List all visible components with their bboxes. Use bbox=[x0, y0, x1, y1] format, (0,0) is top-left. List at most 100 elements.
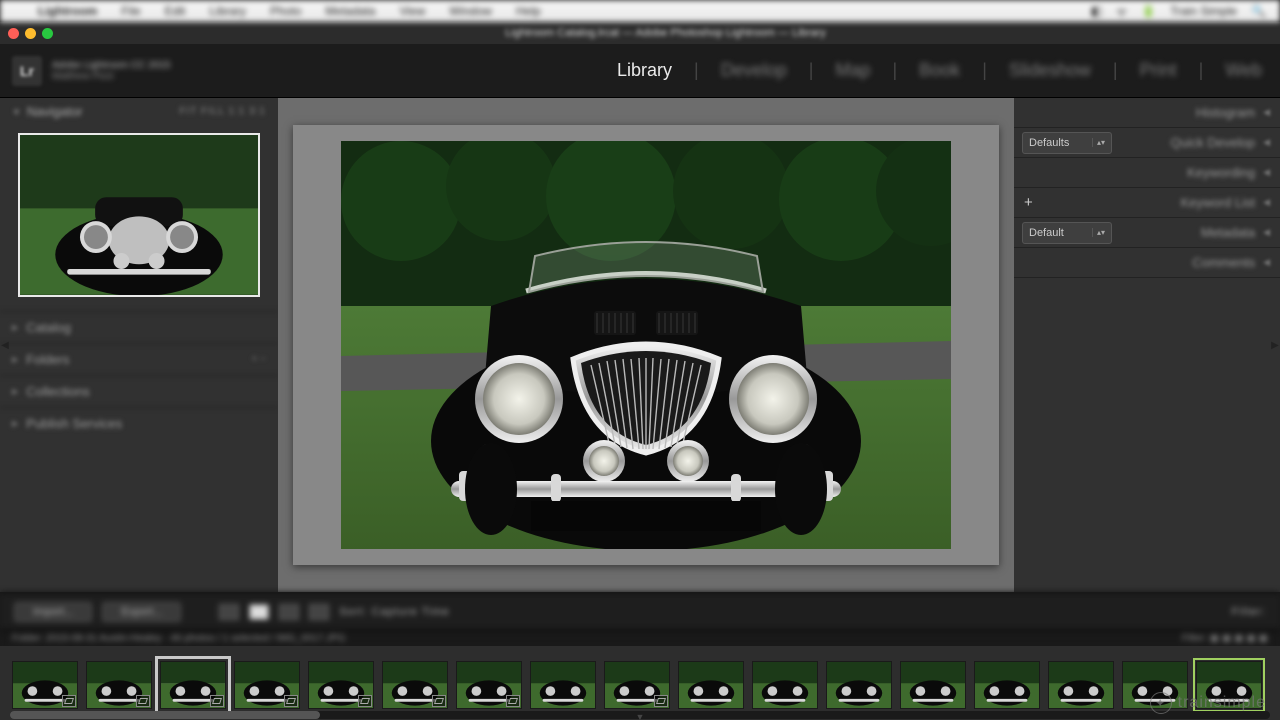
export-button[interactable]: Export... bbox=[102, 602, 181, 622]
panel-keyword-list-label: Keyword List bbox=[1181, 195, 1255, 210]
module-map[interactable]: Map bbox=[835, 60, 870, 81]
status-user[interactable]: Train Simple bbox=[1170, 4, 1237, 18]
zoom-window-button[interactable] bbox=[42, 28, 53, 39]
panel-quick-develop[interactable]: Defaults ▴▾ Quick Develop ◀ bbox=[1014, 128, 1280, 158]
photo[interactable] bbox=[341, 141, 951, 549]
disclosure-triangle-icon[interactable]: ◀ bbox=[1263, 257, 1270, 268]
panel-metadata[interactable]: Default ▴▾ Metadata ◀ bbox=[1014, 218, 1280, 248]
minimize-window-button[interactable] bbox=[25, 28, 36, 39]
menu-window[interactable]: Window bbox=[449, 4, 492, 18]
image-canvas bbox=[293, 125, 999, 565]
loupe-view bbox=[278, 98, 1014, 592]
info-right[interactable]: Filter: ▣ ▣ ▣ ▣ ▣ bbox=[1182, 633, 1268, 644]
close-window-button[interactable] bbox=[8, 28, 19, 39]
panel-histogram[interactable]: Histogram ◀ bbox=[1014, 98, 1280, 128]
panel-collections[interactable]: ▶ Collections bbox=[0, 375, 278, 407]
disclosure-triangle-icon[interactable]: ▶ bbox=[12, 387, 18, 396]
filmstrip-thumb[interactable] bbox=[752, 661, 818, 709]
import-button[interactable]: Import... bbox=[14, 602, 92, 622]
panel-catalog[interactable]: ▶ Catalog bbox=[0, 311, 278, 343]
status-icon[interactable]: ᯤ bbox=[1116, 3, 1127, 20]
view-compare-button[interactable] bbox=[279, 604, 299, 620]
navigator-preview[interactable] bbox=[18, 133, 260, 297]
filmstrip-thumb[interactable] bbox=[678, 661, 744, 709]
filmstrip[interactable]: ✦ trainsimple ▼ bbox=[0, 646, 1280, 720]
menu-metadata[interactable]: Metadata bbox=[325, 4, 375, 18]
disclosure-triangle-icon[interactable]: ◀ bbox=[1263, 167, 1270, 178]
disclosure-triangle-icon[interactable]: ▶ bbox=[12, 355, 18, 364]
filmstrip-thumb[interactable] bbox=[382, 661, 448, 709]
add-keyword-button[interactable]: + bbox=[1022, 194, 1035, 211]
module-slideshow[interactable]: Slideshow bbox=[1009, 60, 1091, 81]
panel-metadata-label: Metadata bbox=[1201, 225, 1255, 240]
collapse-right-icon[interactable]: ▶ bbox=[1269, 333, 1280, 357]
filmstrip-thumb[interactable] bbox=[160, 661, 226, 709]
module-sep: | bbox=[1113, 60, 1118, 81]
module-web[interactable]: Web bbox=[1225, 60, 1262, 81]
filmstrip-thumb[interactable] bbox=[1048, 661, 1114, 709]
disclosure-triangle-icon[interactable]: ◀ bbox=[1263, 137, 1270, 148]
quick-develop-preset-select[interactable]: Defaults ▴▾ bbox=[1022, 132, 1112, 154]
disclosure-triangle-icon[interactable]: ◀ bbox=[1263, 227, 1270, 238]
filmstrip-thumb[interactable] bbox=[234, 661, 300, 709]
view-survey-button[interactable] bbox=[309, 604, 329, 620]
filmstrip-thumb[interactable] bbox=[826, 661, 892, 709]
filmstrip-thumb[interactable] bbox=[530, 661, 596, 709]
metadata-badge-icon bbox=[284, 695, 298, 707]
metadata-badge-icon bbox=[654, 695, 668, 707]
disclosure-triangle-icon[interactable]: ◀ bbox=[1263, 197, 1270, 208]
panel-publish-services[interactable]: ▶ Publish Services bbox=[0, 407, 278, 439]
filmstrip-thumb[interactable] bbox=[974, 661, 1040, 709]
metadata-preset-select[interactable]: Default ▴▾ bbox=[1022, 222, 1112, 244]
panel-folders-count[interactable]: + − bbox=[252, 354, 266, 365]
menu-file[interactable]: File bbox=[121, 4, 140, 18]
panel-comments[interactable]: Comments ◀ bbox=[1014, 248, 1280, 278]
right-panel: Histogram ◀ Defaults ▴▾ Quick Develop ◀ … bbox=[1014, 98, 1280, 592]
metadata-badge-icon bbox=[358, 695, 372, 707]
disclosure-triangle-icon[interactable]: ▶ bbox=[12, 419, 18, 428]
menu-edit[interactable]: Edit bbox=[165, 4, 186, 18]
filmstrip-info-bar: Folder: 2015-08-31 Austin-Healey · 46 ph… bbox=[0, 630, 1280, 646]
disclosure-triangle-icon[interactable]: ▼ bbox=[12, 107, 21, 117]
collapse-filmstrip-icon[interactable]: ▼ bbox=[636, 712, 645, 720]
navigator-header[interactable]: ▼ Navigator FIT FILL 1:1 3:1 bbox=[0, 98, 278, 125]
panel-keyword-list[interactable]: + Keyword List ◀ bbox=[1014, 188, 1280, 218]
navigator-zoom-controls[interactable]: FIT FILL 1:1 3:1 bbox=[179, 106, 266, 117]
menu-photo[interactable]: Photo bbox=[270, 4, 301, 18]
spotlight-icon[interactable]: 🔍 bbox=[1251, 4, 1266, 18]
menu-help[interactable]: Help bbox=[516, 4, 541, 18]
status-icon[interactable]: ◧ bbox=[1091, 4, 1102, 18]
menu-library[interactable]: Library bbox=[209, 4, 246, 18]
view-loupe-button[interactable] bbox=[249, 604, 269, 620]
panel-keywording[interactable]: Keywording ◀ bbox=[1014, 158, 1280, 188]
filter-label[interactable]: Filter: bbox=[1232, 606, 1267, 618]
top-bar: Lr Adobe Lightroom CC 2015 Matthew Pizzi… bbox=[0, 44, 1280, 98]
scrollbar-handle[interactable] bbox=[10, 711, 320, 719]
filmstrip-thumb[interactable] bbox=[900, 661, 966, 709]
module-book[interactable]: Book bbox=[919, 60, 960, 81]
filmstrip-thumb[interactable] bbox=[604, 661, 670, 709]
chevron-updown-icon: ▴▾ bbox=[1092, 228, 1105, 237]
identity-line2: Matthew Pizzi bbox=[52, 71, 170, 82]
menu-view[interactable]: View bbox=[399, 4, 425, 18]
disclosure-triangle-icon[interactable]: ▶ bbox=[12, 323, 18, 332]
module-print[interactable]: Print bbox=[1140, 60, 1177, 81]
module-develop[interactable]: Develop bbox=[721, 60, 787, 81]
select-value: Default bbox=[1029, 227, 1064, 239]
sort-label[interactable]: Sort: Capture Time bbox=[339, 606, 449, 618]
menu-app-name[interactable]: Lightroom bbox=[38, 4, 97, 18]
filmstrip-thumb[interactable] bbox=[86, 661, 152, 709]
panel-catalog-label: Catalog bbox=[26, 320, 71, 335]
filmstrip-thumb[interactable] bbox=[308, 661, 374, 709]
filmstrip-thumb[interactable] bbox=[456, 661, 522, 709]
panel-comments-label: Comments bbox=[1192, 255, 1255, 270]
status-icon[interactable]: 🔋 bbox=[1141, 4, 1156, 18]
filmstrip-thumb[interactable] bbox=[12, 661, 78, 709]
panel-folders[interactable]: ▶ Folders + − bbox=[0, 343, 278, 375]
metadata-badge-icon bbox=[506, 695, 520, 707]
view-grid-button[interactable] bbox=[219, 604, 239, 620]
panel-collections-label: Collections bbox=[26, 384, 90, 399]
module-library[interactable]: Library bbox=[617, 60, 672, 81]
disclosure-triangle-icon[interactable]: ◀ bbox=[1263, 107, 1270, 118]
identity-plate: Adobe Lightroom CC 2015 Matthew Pizzi bbox=[52, 60, 170, 82]
